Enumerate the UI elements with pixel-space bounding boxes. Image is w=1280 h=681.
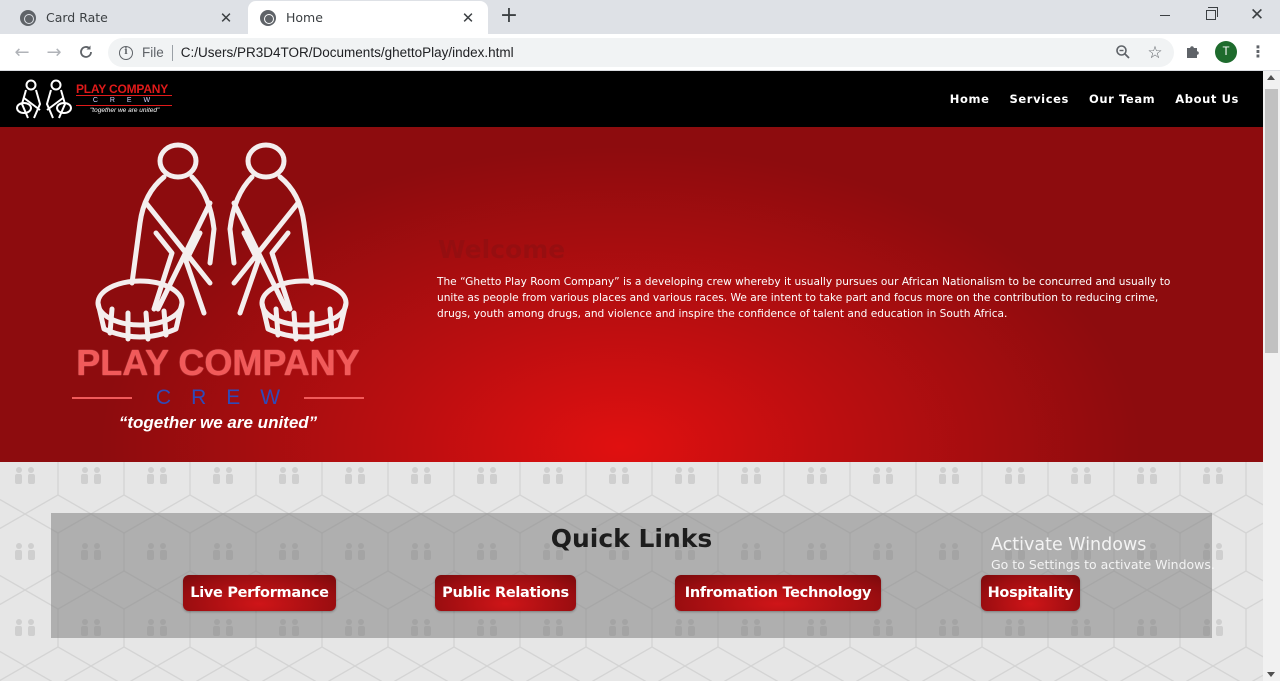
welcome-heading: Welcome bbox=[438, 235, 566, 264]
hero-crew-line: CREW bbox=[66, 386, 370, 409]
activate-windows-watermark: Activate Windows Go to Settings to activ… bbox=[991, 534, 1215, 573]
tab-title: Card Rate bbox=[46, 10, 108, 25]
forward-button[interactable]: → bbox=[42, 40, 66, 64]
public-relations-button[interactable]: Public Relations bbox=[435, 575, 576, 611]
brand-name: PLAY COMPANY bbox=[76, 82, 169, 96]
minimize-icon bbox=[1160, 14, 1170, 16]
scroll-down-arrow-icon[interactable] bbox=[1267, 672, 1275, 677]
info-icon[interactable]: i bbox=[119, 45, 133, 60]
drummers-logo-icon bbox=[16, 79, 72, 119]
nav-home[interactable]: Home bbox=[950, 92, 990, 106]
scheme-label: File bbox=[142, 45, 164, 60]
tab-home[interactable]: Home ✕ bbox=[248, 1, 488, 34]
hero-brand: PLAY COMPANY CREW “together we are unite… bbox=[66, 345, 370, 433]
profile-avatar[interactable]: T bbox=[1215, 41, 1237, 63]
brand-wordmark: PLAY COMPANY C R E W "together we are un… bbox=[76, 83, 172, 115]
restore-button[interactable] bbox=[1188, 0, 1234, 30]
tab-card-rate[interactable]: Card Rate ✕ bbox=[8, 1, 246, 34]
page-viewport: PLAY COMPANY C R E W "together we are un… bbox=[0, 71, 1280, 681]
site-navbar: PLAY COMPANY C R E W "together we are un… bbox=[0, 71, 1263, 127]
extensions-puzzle-icon[interactable] bbox=[1184, 43, 1202, 61]
bookmark-star-icon[interactable]: ☆ bbox=[1146, 44, 1164, 62]
hero-section: PLAY COMPANY CREW “together we are unite… bbox=[0, 127, 1263, 462]
minimize-button[interactable] bbox=[1142, 0, 1188, 30]
more-menu-icon[interactable]: ⋮ bbox=[1250, 43, 1266, 61]
reload-icon bbox=[80, 45, 92, 58]
scroll-thumb[interactable] bbox=[1265, 89, 1278, 353]
tab-title: Home bbox=[286, 10, 323, 25]
globe-icon bbox=[260, 9, 276, 26]
live-performance-button[interactable]: Live Performance bbox=[183, 575, 336, 611]
quick-links-panel: Quick Links Live Performance Public Rela… bbox=[51, 513, 1212, 638]
address-bar[interactable]: i File C:/Users/PR3D4TOR/Documents/ghett… bbox=[108, 38, 1174, 67]
nav-our-team[interactable]: Our Team bbox=[1089, 92, 1155, 106]
scroll-up-arrow-icon[interactable] bbox=[1267, 75, 1275, 80]
back-button[interactable]: ← bbox=[10, 40, 34, 64]
brand-slogan: "together we are united" bbox=[90, 107, 160, 114]
close-window-button[interactable]: ✕ bbox=[1234, 0, 1280, 30]
close-tab-icon[interactable]: ✕ bbox=[460, 10, 476, 26]
page-scrollbar[interactable] bbox=[1263, 71, 1280, 681]
nav-about-us[interactable]: About Us bbox=[1175, 92, 1239, 106]
brand-crew: C R E W bbox=[76, 95, 172, 106]
welcome-paragraph: The “Ghetto Play Room Company” is a deve… bbox=[437, 276, 1171, 320]
browser-toolbar: ← → i File C:/Users/PR3D4TOR/Documents/g… bbox=[0, 34, 1280, 71]
url-text[interactable]: C:/Users/PR3D4TOR/Documents/ghettoPlay/i… bbox=[181, 45, 514, 60]
globe-icon bbox=[20, 9, 36, 26]
nav-services[interactable]: Services bbox=[1010, 92, 1069, 106]
tab-strip: Card Rate ✕ Home ✕ + ✕ bbox=[0, 0, 1280, 34]
activate-windows-title: Activate Windows bbox=[991, 535, 1147, 555]
activate-windows-subtitle: Go to Settings to activate Windows. bbox=[991, 557, 1215, 572]
new-tab-button[interactable]: + bbox=[498, 5, 520, 28]
main-menu: Home Services Our Team About Us bbox=[950, 71, 1239, 127]
hospitality-button[interactable]: Hospitality bbox=[981, 575, 1080, 611]
hero-brand-name: PLAY COMPANY bbox=[76, 342, 360, 383]
site-logo[interactable]: PLAY COMPANY C R E W "together we are un… bbox=[14, 78, 172, 120]
zoom-icon[interactable] bbox=[1114, 44, 1132, 62]
divider bbox=[171, 44, 173, 61]
restore-icon bbox=[1206, 7, 1218, 20]
hero-slogan: “together we are united” bbox=[118, 413, 318, 432]
close-tab-icon[interactable]: ✕ bbox=[218, 10, 234, 26]
reload-button[interactable] bbox=[74, 40, 98, 64]
information-technology-button[interactable]: Infromation Technology bbox=[675, 575, 881, 611]
hero-crew-text: CREW bbox=[155, 386, 301, 409]
